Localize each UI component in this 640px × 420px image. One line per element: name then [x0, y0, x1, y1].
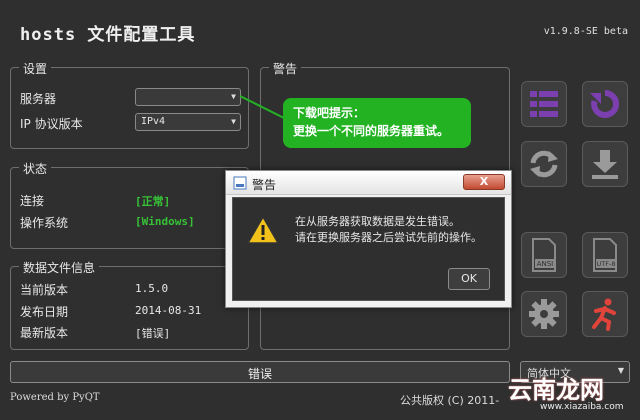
- chevron-down-icon: ▼: [231, 117, 236, 126]
- utf8-button[interactable]: UTF-8: [582, 232, 628, 278]
- menu-button[interactable]: [521, 81, 567, 127]
- tip-connector: [239, 95, 285, 119]
- server-label: 服务器: [20, 92, 57, 106]
- ansi-file-icon: ANSI: [532, 238, 556, 272]
- app-title: hosts 文件配置工具: [20, 25, 196, 45]
- close-icon: X: [479, 175, 489, 188]
- utf8-label: UTF-8: [597, 260, 616, 268]
- connection-label: 连接: [20, 194, 45, 208]
- settings-legend: 设置: [19, 60, 52, 77]
- list-icon: [530, 91, 558, 117]
- refresh-icon: [590, 89, 620, 118]
- current-version-label: 当前版本: [20, 283, 69, 297]
- tip-callout: 下载吧提示： 更换一个不同的服务器重试。: [283, 98, 471, 148]
- dialog-title: 警告: [252, 178, 277, 192]
- release-date-value: 2014-08-31: [135, 304, 202, 317]
- close-button[interactable]: X: [463, 174, 505, 190]
- latest-version-value: [错误]: [135, 327, 171, 340]
- status-group: 状态 连接 [正常] 操作系统 [Windows]: [10, 160, 249, 249]
- warning-icon: [247, 216, 279, 244]
- ip-version-label: IP 协议版本: [20, 117, 83, 131]
- dialog-message-line2: 请在更换服务器之后尝试先前的操作。: [295, 231, 482, 244]
- ansi-label: ANSI: [537, 260, 554, 268]
- dialog-message-line1: 在从服务器获取数据是发生错误。: [295, 215, 460, 228]
- datafile-group: 数据文件信息 当前版本 1.5.0 发布日期 2014-08-31 最新版本 […: [10, 259, 249, 350]
- powered-by: Powered by PyQT: [10, 392, 100, 403]
- refresh-button[interactable]: [582, 81, 628, 127]
- version-label: v1.9.8-SE beta: [543, 26, 628, 37]
- gear-icon: [529, 299, 559, 329]
- dialog-message: 在从服务器获取数据是发生错误。 请在更换服务器之后尝试先前的操作。: [295, 214, 482, 246]
- utf8-file-icon: UTF-8: [593, 238, 617, 272]
- settings-button[interactable]: [521, 291, 567, 337]
- release-date-label: 发布日期: [20, 305, 69, 319]
- chevron-down-icon: ▼: [617, 366, 624, 375]
- tip-title: 下载吧提示：: [293, 106, 366, 120]
- exit-button[interactable]: [582, 291, 628, 337]
- watermark-brand: 云南龙网: [508, 375, 604, 404]
- chevron-down-icon: ▼: [231, 92, 236, 101]
- download-button[interactable]: [582, 141, 628, 187]
- tip-text: 更换一个不同的服务器重试。: [293, 124, 450, 138]
- datafile-legend: 数据文件信息: [19, 259, 100, 276]
- ip-version-value: IPv4: [141, 116, 166, 127]
- latest-version-label: 最新版本: [20, 326, 69, 340]
- dialog-titlebar[interactable]: 警告 X: [226, 171, 511, 195]
- error-status-bar[interactable]: 错误: [10, 361, 510, 383]
- copyright: 公共版权 (C) 2011-: [400, 394, 500, 407]
- settings-group: 设置 服务器 ▼ IP 协议版本 IPv4 ▼: [10, 60, 249, 149]
- warning-legend: 警告: [269, 60, 302, 77]
- ok-button[interactable]: OK: [448, 268, 490, 290]
- ok-label: OK: [461, 272, 477, 285]
- os-value: [Windows]: [135, 215, 195, 228]
- sync-icon: [530, 150, 558, 178]
- status-legend: 状态: [19, 160, 52, 177]
- server-select[interactable]: ▼: [135, 88, 241, 106]
- running-man-icon: [592, 298, 616, 331]
- watermark-url: www.xiazaiba.com: [540, 402, 624, 412]
- dialog-body: 在从服务器获取数据是发生错误。 请在更换服务器之后尝试先前的操作。 OK: [232, 197, 505, 301]
- ip-version-select[interactable]: IPv4 ▼: [135, 113, 241, 131]
- os-label: 操作系统: [20, 216, 69, 230]
- download-icon: [592, 150, 618, 179]
- warning-dialog: 警告 X 在从服务器获取数据是发生错误。 请在更换服务器之后尝试先前的操作。 O…: [225, 170, 512, 308]
- error-status-text: 错误: [247, 367, 272, 381]
- ansi-button[interactable]: ANSI: [521, 232, 567, 278]
- app-icon: [233, 176, 247, 190]
- connection-status: [正常]: [135, 195, 171, 208]
- sync-button[interactable]: [521, 141, 567, 187]
- current-version-value: 1.5.0: [135, 282, 169, 295]
